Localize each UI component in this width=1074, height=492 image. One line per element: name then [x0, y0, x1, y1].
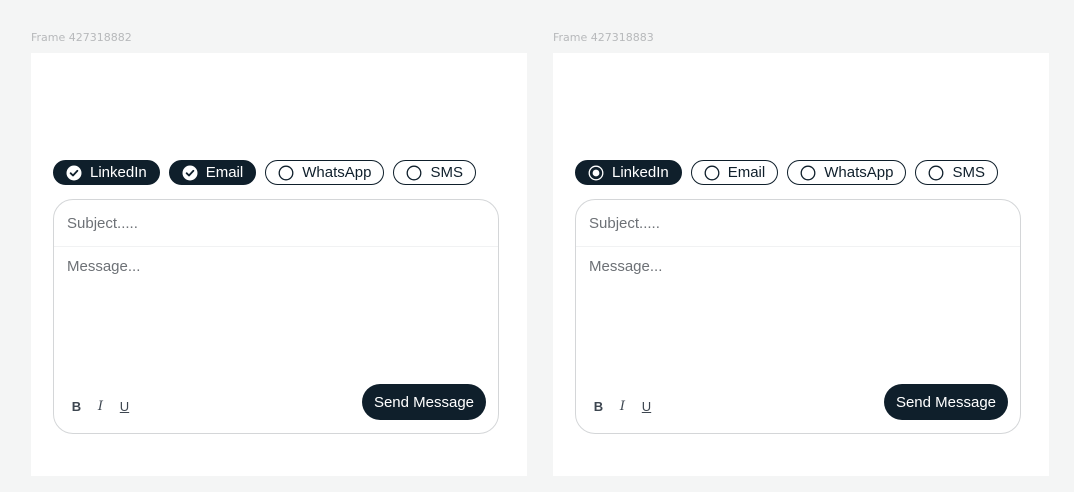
- channel-chip-email[interactable]: Email: [690, 160, 779, 185]
- message-composer-frame: LinkedIn Email WhatsApp SMS B I U Send M…: [553, 53, 1049, 476]
- channel-chip-label: SMS: [430, 164, 463, 181]
- format-toolbar: B I U: [593, 399, 652, 414]
- channel-chip-whatsapp[interactable]: WhatsApp: [265, 160, 385, 185]
- channel-chip-linkedin[interactable]: LinkedIn: [53, 160, 160, 185]
- message-input[interactable]: [576, 258, 1020, 368]
- subject-input[interactable]: [576, 200, 1020, 247]
- format-toolbar: B I U: [71, 399, 130, 414]
- channel-chip-label: LinkedIn: [90, 164, 147, 181]
- channel-chip-label: Email: [205, 164, 244, 181]
- channel-chip-sms[interactable]: SMS: [393, 160, 476, 185]
- radio-empty-icon: [704, 165, 720, 181]
- bold-button[interactable]: B: [593, 399, 604, 414]
- channel-chip-label: WhatsApp: [302, 164, 372, 181]
- channel-chip-label: WhatsApp: [824, 164, 894, 181]
- send-message-button[interactable]: Send Message: [884, 384, 1008, 420]
- channel-chip-label: Email: [727, 164, 766, 181]
- italic-button[interactable]: I: [95, 399, 106, 414]
- check-circle-icon: [66, 165, 82, 181]
- channel-chip-email[interactable]: Email: [168, 160, 257, 185]
- send-message-button[interactable]: Send Message: [362, 384, 486, 420]
- composer-box: B I U Send Message: [575, 199, 1021, 434]
- channel-chip-linkedin[interactable]: LinkedIn: [575, 160, 682, 185]
- underline-button[interactable]: U: [641, 399, 652, 414]
- channel-selector: LinkedIn Email WhatsApp SMS: [575, 160, 998, 185]
- channel-chip-label: SMS: [952, 164, 985, 181]
- radio-empty-icon: [278, 165, 294, 181]
- radio-empty-icon: [406, 165, 422, 181]
- bold-button[interactable]: B: [71, 399, 82, 414]
- channel-chip-whatsapp[interactable]: WhatsApp: [787, 160, 907, 185]
- channel-selector: LinkedIn Email WhatsApp SMS: [53, 160, 476, 185]
- subject-input[interactable]: [54, 200, 498, 247]
- radio-empty-icon: [800, 165, 816, 181]
- message-composer-frame: LinkedIn Email WhatsApp SMS B I U Send M…: [31, 53, 527, 476]
- frame-label: Frame 427318882: [31, 31, 132, 44]
- radio-empty-icon: [928, 165, 944, 181]
- radio-selected-icon: [588, 165, 604, 181]
- channel-chip-sms[interactable]: SMS: [915, 160, 998, 185]
- frame-label: Frame 427318883: [553, 31, 654, 44]
- underline-button[interactable]: U: [119, 399, 130, 414]
- message-input[interactable]: [54, 258, 498, 368]
- check-circle-icon: [182, 165, 198, 181]
- channel-chip-label: LinkedIn: [612, 164, 669, 181]
- composer-box: B I U Send Message: [53, 199, 499, 434]
- italic-button[interactable]: I: [617, 399, 628, 414]
